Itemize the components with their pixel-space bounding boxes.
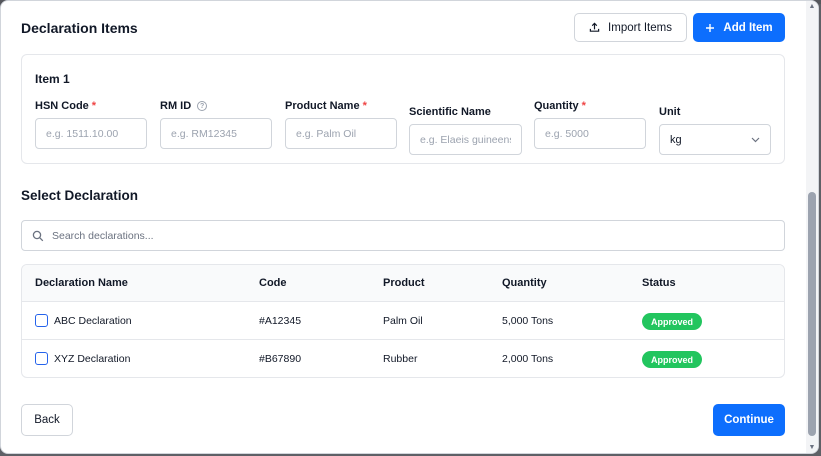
declaration-modal: Declaration Items Import Items Add Item …: [0, 0, 819, 454]
back-button[interactable]: Back: [21, 404, 73, 436]
continue-button[interactable]: Continue: [713, 404, 785, 436]
hsn-code-label-text: HSN Code: [35, 100, 89, 112]
item-card: Item 1 HSN Code * RM ID ? Product Name *: [21, 54, 785, 164]
column-header-product: Product: [383, 277, 425, 289]
rm-id-label-text: RM ID: [160, 100, 192, 112]
scientific-name-field: Scientific Name: [409, 105, 522, 155]
unit-field: Unit kg: [659, 105, 771, 155]
product-name-field: Product Name *: [285, 99, 397, 149]
product-name-input[interactable]: [285, 118, 397, 149]
unit-select[interactable]: kg: [659, 124, 771, 155]
search-icon: [32, 230, 44, 242]
scrollbar-thumb[interactable]: [808, 192, 816, 436]
scientific-name-input[interactable]: [409, 124, 522, 155]
add-item-button[interactable]: Add Item: [693, 13, 785, 42]
column-header-quantity: Quantity: [502, 277, 547, 289]
product-name-label-text: Product Name: [285, 100, 360, 112]
row-checkbox[interactable]: [35, 314, 48, 327]
modal-header: Declaration Items Import Items Add Item: [21, 11, 785, 43]
item-title: Item 1: [35, 72, 70, 86]
rm-id-label: RM ID ?: [160, 99, 272, 113]
scientific-name-label: Scientific Name: [409, 105, 522, 119]
plus-icon: [705, 23, 715, 33]
row-checkbox[interactable]: [35, 352, 48, 365]
declaration-name-cell: XYZ Declaration: [54, 353, 131, 365]
rm-id-input[interactable]: [160, 118, 272, 149]
declaration-name-cell: ABC Declaration: [54, 315, 132, 327]
code-cell: #A12345: [259, 315, 302, 327]
hsn-code-field: HSN Code *: [35, 99, 147, 149]
add-item-label: Add Item: [723, 21, 773, 34]
status-badge: Approved: [642, 351, 703, 368]
scroll-up-icon[interactable]: ▲: [808, 3, 816, 11]
back-label: Back: [34, 414, 60, 426]
unit-label: Unit: [659, 105, 771, 119]
select-declaration-title: Select Declaration: [21, 188, 139, 203]
quantity-field: Quantity *: [534, 99, 646, 149]
unit-label-text: Unit: [659, 106, 681, 118]
column-header-code: Code: [259, 277, 287, 289]
declaration-search[interactable]: [21, 220, 785, 251]
column-header-declaration-name: Declaration Name: [35, 277, 128, 289]
hsn-code-input[interactable]: [35, 118, 147, 149]
declarations-table: Declaration Name Code Product Quantity S…: [21, 264, 785, 378]
chevron-down-icon: [751, 137, 760, 143]
required-marker: *: [362, 100, 367, 112]
status-badge: Approved: [642, 313, 703, 330]
hsn-code-label: HSN Code *: [35, 99, 147, 113]
unit-select-value: kg: [670, 133, 682, 146]
quantity-input[interactable]: [534, 118, 646, 149]
vertical-scrollbar[interactable]: ▲ ▼: [806, 1, 818, 453]
code-cell: #B67890: [259, 353, 302, 365]
upload-icon: [589, 22, 600, 33]
column-header-status: Status: [642, 277, 676, 289]
required-marker: *: [581, 100, 586, 112]
quantity-cell: 5,000 Tons: [502, 315, 554, 327]
table-row[interactable]: ABC Declaration #A12345 Palm Oil 5,000 T…: [22, 302, 784, 340]
quantity-label: Quantity *: [534, 99, 646, 113]
scroll-down-icon[interactable]: ▼: [808, 444, 816, 452]
product-cell: Palm Oil: [383, 315, 423, 327]
quantity-label-text: Quantity: [534, 100, 579, 112]
scientific-name-label-text: Scientific Name: [409, 106, 491, 118]
import-items-label: Import Items: [608, 21, 672, 34]
table-header: Declaration Name Code Product Quantity S…: [22, 265, 784, 302]
import-items-button[interactable]: Import Items: [574, 13, 687, 42]
product-name-label: Product Name *: [285, 99, 397, 113]
rm-id-field: RM ID ?: [160, 99, 272, 149]
required-marker: *: [91, 100, 97, 112]
table-row[interactable]: XYZ Declaration #B67890 Rubber 2,000 Ton…: [22, 340, 784, 377]
quantity-cell: 2,000 Tons: [502, 353, 554, 365]
help-circle-icon[interactable]: ?: [197, 101, 208, 111]
search-input[interactable]: [52, 229, 774, 242]
continue-label: Continue: [724, 414, 774, 426]
page-title: Declaration Items: [21, 20, 138, 36]
product-cell: Rubber: [383, 353, 418, 365]
